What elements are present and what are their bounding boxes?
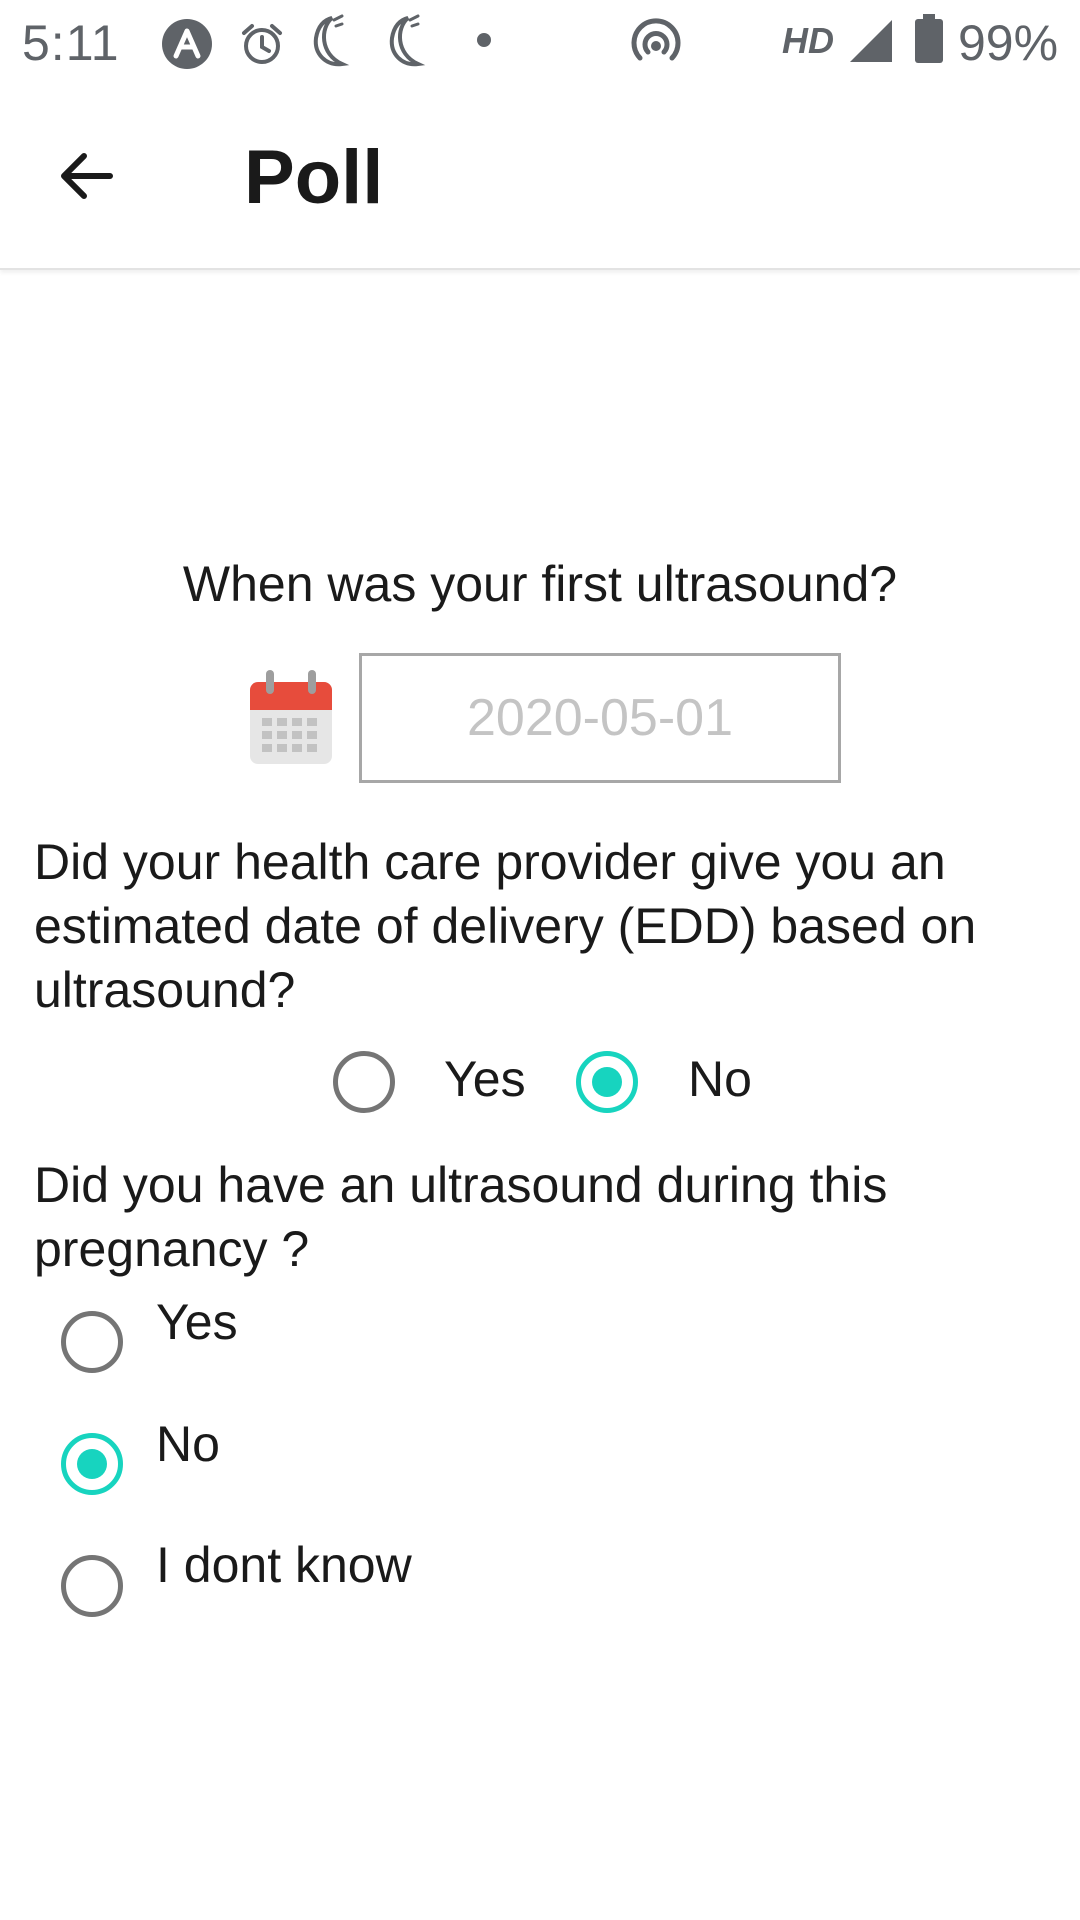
- do-not-disturb-moon-icon: [313, 14, 350, 67]
- app-bar: Poll: [0, 86, 1080, 270]
- status-time: 5:11: [22, 15, 120, 71]
- edd-yes-radio[interactable]: [333, 1051, 395, 1113]
- cell-signal-icon: [850, 20, 892, 62]
- ultrasound-yes-label[interactable]: Yes: [156, 1292, 238, 1352]
- edd-no-label[interactable]: No: [688, 1049, 752, 1109]
- status-bar: 5:11 HD 99%: [0, 0, 1080, 86]
- more-notifications-dot-icon: [477, 33, 491, 47]
- edd-no-radio[interactable]: [576, 1051, 638, 1113]
- question-first-ultrasound: When was your first ultrasound?: [182, 556, 898, 612]
- moon-icon: [389, 14, 426, 67]
- app-notification-icon: [162, 19, 212, 69]
- question-edd-from-ultrasound: Did your health care provider give you a…: [34, 834, 977, 1018]
- hotspot-icon: [631, 18, 681, 61]
- alarm-icon: [242, 24, 282, 64]
- back-button[interactable]: [46, 136, 126, 216]
- battery-icon: [915, 14, 943, 63]
- ultrasound-dont-know-label[interactable]: I dont know: [156, 1535, 412, 1595]
- ultrasound-dont-know-radio[interactable]: [61, 1555, 123, 1617]
- first-ultrasound-date-input[interactable]: [359, 653, 841, 783]
- calendar-icon[interactable]: [248, 668, 334, 766]
- question-ultrasound-during-pregnancy: Did you have an ultrasound during this p…: [34, 1157, 888, 1277]
- ultrasound-yes-radio[interactable]: [61, 1311, 123, 1373]
- battery-percent: 99%: [958, 15, 1059, 71]
- edd-yes-label[interactable]: Yes: [444, 1049, 526, 1109]
- network-type-label: HD: [782, 20, 834, 61]
- arrow-back-icon: [61, 153, 113, 199]
- ultrasound-no-label[interactable]: No: [156, 1414, 220, 1474]
- radio-selected-dot: [77, 1449, 107, 1479]
- radio-selected-dot: [592, 1067, 622, 1097]
- ultrasound-no-radio[interactable]: [61, 1433, 123, 1495]
- page-title: Poll: [244, 135, 384, 220]
